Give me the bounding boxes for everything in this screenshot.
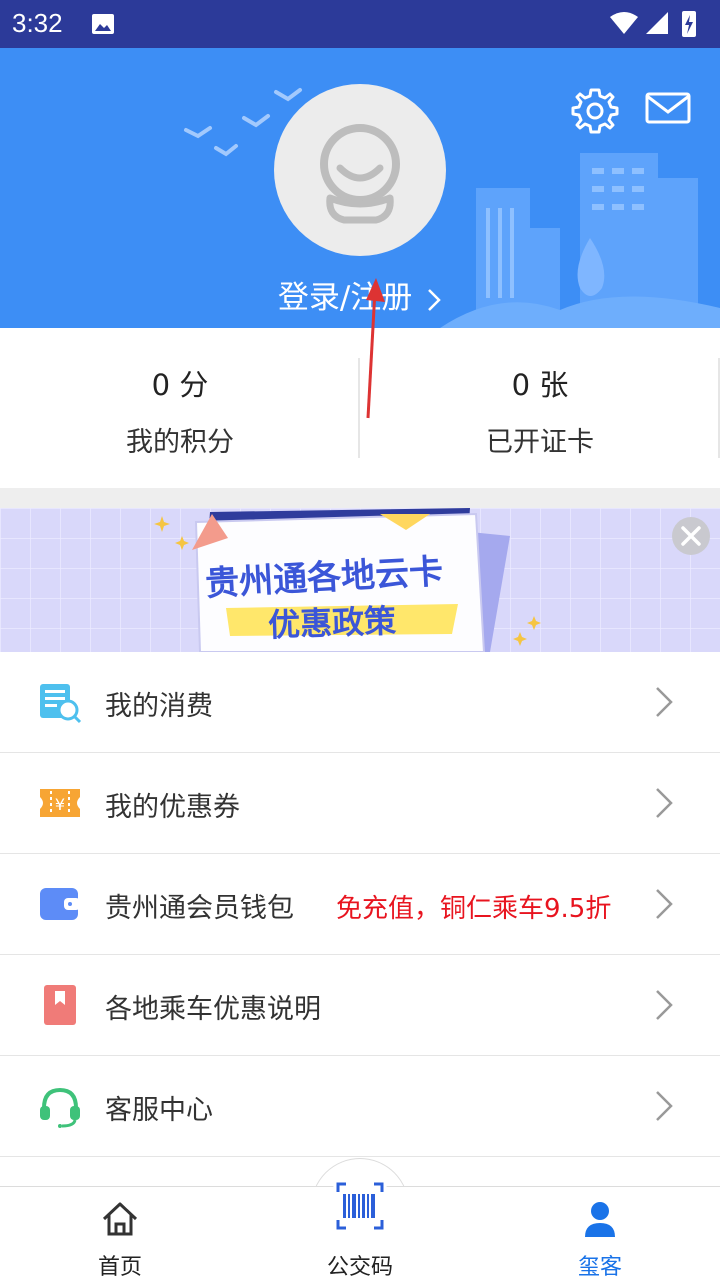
- cards-label: 已开证卡: [486, 427, 594, 458]
- wallet-promo-text: 免充值，铜仁乘车9.5折: [336, 894, 612, 924]
- nav-profile[interactable]: 玺客: [480, 1187, 720, 1280]
- menu-list: 我的消费 ¥ 我的优惠券 贵州通会员钱包 免充值，铜仁乘车9.5折 各地乘车优惠…: [0, 652, 720, 1157]
- gallery-notification-icon: [92, 14, 114, 34]
- menu-item-coupons[interactable]: ¥ 我的优惠券: [0, 753, 720, 854]
- chevron-right-icon: [656, 788, 673, 818]
- stats-panel: 0 分 我的积分 0 张 已开证卡: [0, 328, 720, 488]
- menu-label-consumption: 我的消费: [105, 691, 213, 722]
- signal-icon: [646, 12, 668, 34]
- menu-item-customer-service[interactable]: 客服中心: [0, 1056, 720, 1157]
- cards-stat[interactable]: 0 张 已开证卡: [360, 328, 720, 488]
- cards-value: 0 张: [511, 368, 569, 402]
- chevron-right-icon: [428, 288, 441, 311]
- nav-profile-label: 玺客: [577, 1255, 622, 1280]
- points-label: 我的积分: [126, 427, 234, 458]
- headset-icon: [40, 1087, 80, 1128]
- nav-home-label: 首页: [97, 1255, 142, 1280]
- wifi-icon: [610, 12, 638, 34]
- barcode-scan-icon[interactable]: [326, 1172, 394, 1240]
- settings-gear-icon[interactable]: [570, 86, 620, 136]
- receipt-icon: [40, 684, 82, 724]
- login-register-link[interactable]: 登录/注册: [0, 272, 720, 317]
- promo-banner[interactable]: 贵州通各地云卡 优惠政策: [0, 508, 720, 652]
- status-icons: [610, 11, 696, 37]
- status-bar: 3:32: [0, 0, 720, 48]
- chevron-right-icon: [656, 687, 673, 717]
- profile-header: 登录/注册: [0, 48, 720, 328]
- banner-subtitle: 优惠政策: [267, 601, 397, 645]
- nav-home[interactable]: 首页: [0, 1187, 240, 1280]
- user-icon: [585, 1202, 615, 1237]
- login-register-label: 登录/注册: [277, 280, 413, 316]
- avatar[interactable]: [274, 84, 446, 256]
- wallet-icon: [40, 888, 80, 920]
- menu-item-consumption[interactable]: 我的消费: [0, 652, 720, 753]
- home-icon: [102, 1202, 138, 1236]
- menu-label-coupons: 我的优惠券: [105, 792, 240, 823]
- points-value: 0 分: [151, 368, 209, 402]
- menu-item-ride-discounts[interactable]: 各地乘车优惠说明: [0, 955, 720, 1056]
- menu-label-ride-discounts: 各地乘车优惠说明: [105, 994, 321, 1025]
- nav-bus-code-label: 公交码: [326, 1255, 393, 1280]
- mail-icon[interactable]: [644, 88, 692, 128]
- menu-item-wallet[interactable]: 贵州通会员钱包 免充值，铜仁乘车9.5折: [0, 854, 720, 955]
- svg-text:¥: ¥: [55, 795, 65, 814]
- coupon-icon: ¥: [40, 789, 80, 817]
- avatar-placeholder-icon: [320, 124, 400, 224]
- menu-label-wallet: 贵州通会员钱包: [105, 893, 294, 924]
- chevron-right-icon: [656, 990, 673, 1020]
- status-time: 3:32: [12, 8, 63, 38]
- section-gap: [0, 488, 720, 508]
- chevron-right-icon: [656, 1091, 673, 1121]
- close-banner-icon[interactable]: [671, 516, 711, 556]
- bookmark-icon: [44, 985, 76, 1025]
- menu-label-customer-service: 客服中心: [105, 1095, 213, 1126]
- points-stat[interactable]: 0 分 我的积分: [0, 328, 360, 488]
- chevron-right-icon: [656, 889, 673, 919]
